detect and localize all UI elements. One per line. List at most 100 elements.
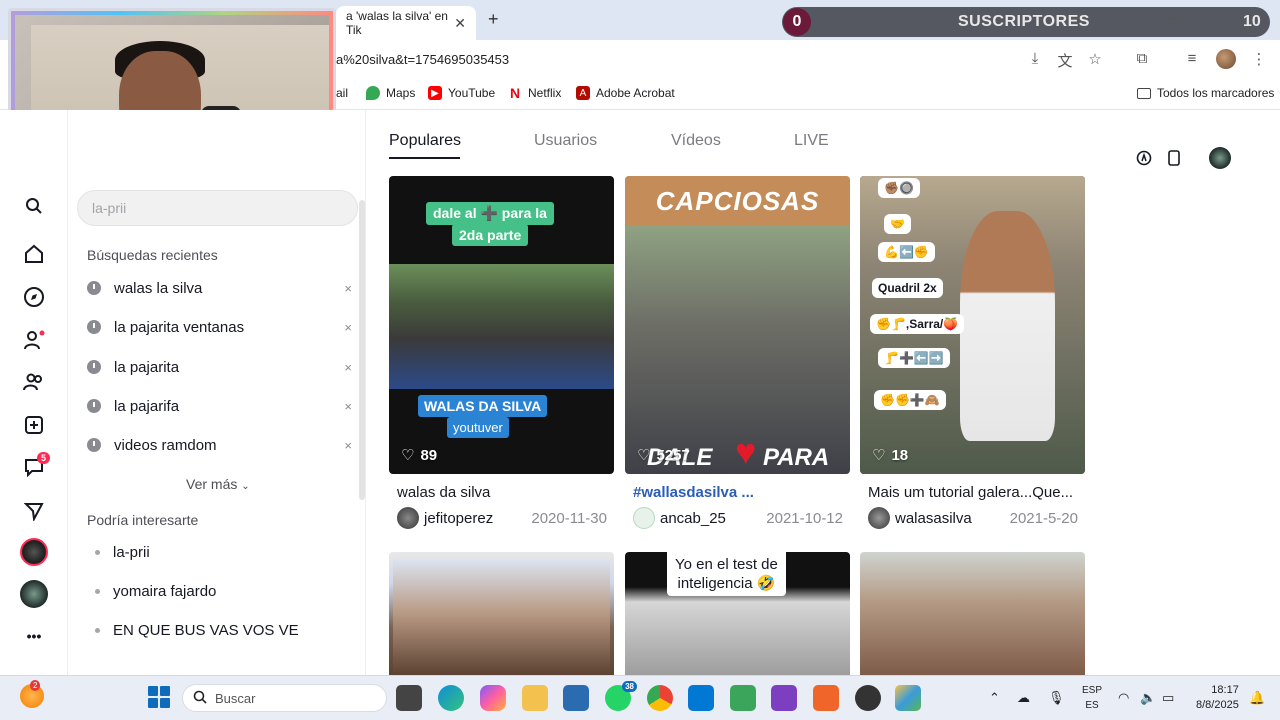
extensions-icon[interactable]: ⧉ bbox=[1133, 50, 1151, 68]
copilot-icon[interactable] bbox=[480, 685, 506, 711]
caption-line: WALAS DA SILVA bbox=[418, 395, 548, 417]
minimize-icon[interactable]: — bbox=[1168, 10, 1181, 25]
suggestion-item[interactable]: EN QUE BUS VAS VOS VE bbox=[95, 622, 299, 639]
tab-videos[interactable]: Vídeos bbox=[671, 132, 721, 150]
store-icon[interactable] bbox=[563, 685, 589, 711]
video-description[interactable]: walas da silva bbox=[397, 484, 607, 501]
suggestion-item[interactable]: la-prii bbox=[95, 544, 150, 561]
tray-chevron-icon[interactable]: ⌃ bbox=[989, 690, 1000, 706]
wifi-icon[interactable]: ◠ bbox=[1118, 690, 1129, 706]
tab-live[interactable]: LIVE bbox=[794, 132, 829, 150]
bookmark-gmail[interactable]: ail bbox=[336, 86, 348, 100]
bookmark-youtube[interactable]: ▶ YouTube bbox=[428, 86, 495, 100]
translate-icon[interactable]: 文 bbox=[1056, 50, 1074, 70]
notifications-icon[interactable]: 🔔 bbox=[1249, 690, 1265, 706]
send-icon[interactable] bbox=[22, 499, 46, 523]
friends-icon[interactable] bbox=[22, 370, 46, 394]
new-tab-button[interactable]: + bbox=[488, 9, 499, 30]
taskbar-clock[interactable]: 18:17 8/8/2025 bbox=[1196, 683, 1239, 713]
search-input[interactable] bbox=[77, 190, 358, 226]
profile-avatar[interactable] bbox=[1216, 49, 1236, 69]
following-icon[interactable] bbox=[22, 328, 46, 352]
remove-icon[interactable]: × bbox=[344, 281, 352, 296]
subscriber-count: 0 bbox=[783, 8, 811, 36]
bookmark-maps[interactable]: Maps bbox=[366, 86, 415, 100]
bookmark-netflix[interactable]: N Netflix bbox=[508, 85, 561, 101]
video-description[interactable]: #wallasdasilva ... bbox=[633, 484, 843, 501]
more-icon[interactable]: ••• bbox=[22, 624, 46, 648]
app-icon[interactable] bbox=[730, 685, 756, 711]
tab-populares[interactable]: Populares bbox=[389, 132, 461, 150]
remove-icon[interactable]: × bbox=[344, 320, 352, 335]
emoji-sticker: ✊🏽🔘 bbox=[878, 178, 920, 198]
coins-icon[interactable] bbox=[1134, 148, 1154, 168]
video-description[interactable]: Mais um tutorial galera...Que... bbox=[868, 484, 1078, 501]
whatsapp-icon[interactable]: 38 bbox=[605, 681, 637, 711]
recent-search-item[interactable]: la pajarita × bbox=[87, 352, 352, 382]
remove-icon[interactable]: × bbox=[344, 438, 352, 453]
user-avatar-top[interactable] bbox=[1209, 147, 1231, 169]
taskbar-search[interactable]: Buscar bbox=[182, 684, 387, 712]
weather-widget-icon[interactable]: 2 bbox=[20, 680, 44, 708]
app-icon[interactable] bbox=[895, 685, 921, 711]
video-card[interactable]: Yo en el test de inteligencia 🤣 bbox=[625, 552, 850, 677]
video-author-row[interactable]: walasasilva 2021-5-20 bbox=[868, 507, 1078, 529]
menu-kebab-icon[interactable]: ⋮ bbox=[1250, 50, 1268, 68]
task-view-icon[interactable] bbox=[396, 685, 422, 711]
install-app-icon[interactable]: ⤓ bbox=[1026, 50, 1044, 68]
edge-icon[interactable] bbox=[438, 685, 464, 711]
file-explorer-icon[interactable] bbox=[522, 685, 548, 711]
youtube-icon: ▶ bbox=[428, 86, 442, 100]
explore-compass-icon[interactable] bbox=[22, 285, 46, 309]
app-icon[interactable] bbox=[813, 685, 839, 711]
bookmark-acrobat[interactable]: A Adobe Acrobat bbox=[576, 86, 675, 100]
vscode-icon[interactable] bbox=[688, 685, 714, 711]
emoji-sticker: 💪⬅️✊ bbox=[878, 242, 935, 262]
recent-search-item[interactable]: walas la silva × bbox=[87, 273, 352, 303]
video-card[interactable] bbox=[389, 552, 614, 677]
see-more-button[interactable]: Ver más ⌄ bbox=[186, 476, 250, 492]
bookmarks-folder[interactable]: Todos los marcadores bbox=[1137, 86, 1274, 100]
close-tab-icon[interactable]: ✕ bbox=[454, 15, 466, 32]
caption-line: youtuver bbox=[447, 417, 509, 438]
remove-icon[interactable]: × bbox=[344, 360, 352, 375]
tab-usuarios[interactable]: Usuarios bbox=[534, 132, 597, 150]
author-name: jefitoperez bbox=[424, 509, 494, 527]
home-icon[interactable] bbox=[22, 242, 46, 266]
onedrive-icon[interactable]: ☁ bbox=[1017, 690, 1030, 706]
obs-icon[interactable] bbox=[855, 685, 881, 711]
bookmark-star-icon[interactable]: ☆ bbox=[1086, 50, 1104, 68]
url-field[interactable]: a%20silva&t=1754695035453 bbox=[336, 52, 509, 67]
like-count: ♡ 89 bbox=[401, 446, 438, 465]
remove-icon[interactable]: × bbox=[344, 399, 352, 414]
video-author-row[interactable]: ancab_25 2021-10-12 bbox=[633, 507, 843, 529]
video-author-row[interactable]: jefitoperez 2020-11-30 bbox=[397, 507, 607, 529]
heart-outline-icon: ♡ bbox=[401, 447, 415, 464]
language-indicator[interactable]: ESP ES bbox=[1082, 683, 1102, 713]
recent-search-item[interactable]: la pajarita ventanas × bbox=[87, 312, 352, 342]
video-card[interactable]: CAPCIOSAS ♥ DALE PARA ♡ 5257 bbox=[625, 176, 850, 474]
suggestion-item[interactable]: yomaira fajardo bbox=[95, 583, 216, 600]
video-card[interactable] bbox=[860, 552, 1085, 677]
account-avatar-nav[interactable] bbox=[20, 580, 48, 608]
start-button[interactable] bbox=[148, 686, 170, 708]
microphone-icon[interactable]: 🎙 bbox=[1048, 690, 1065, 706]
device-icon[interactable] bbox=[1164, 148, 1184, 168]
video-card[interactable]: dale al ➕ para la 2da parte WALAS DA SIL… bbox=[389, 176, 614, 474]
emoji-sticker: 🦵➕⬅️➡️ bbox=[878, 348, 950, 368]
recent-search-item[interactable]: videos ramdom × bbox=[87, 430, 352, 460]
upload-icon[interactable] bbox=[22, 413, 46, 437]
search-icon[interactable] bbox=[22, 194, 46, 218]
author-avatar bbox=[868, 507, 890, 529]
chrome-icon[interactable] bbox=[647, 685, 673, 711]
video-card[interactable]: ✊🏽🔘 🤝 💪⬅️✊ Quadril 2x ✊🦵,Sarra/🍑 🦵➕⬅️➡️ … bbox=[860, 176, 1085, 474]
chevron-down-icon: ⌄ bbox=[241, 481, 250, 492]
browser-tab-tiktok[interactable]: a 'walas la silva' en Tik ✕ bbox=[336, 6, 476, 40]
battery-icon[interactable]: ▭ bbox=[1162, 690, 1174, 706]
visual-studio-icon[interactable] bbox=[771, 685, 797, 711]
panel-scrollbar[interactable] bbox=[359, 200, 365, 500]
volume-icon[interactable]: 🔈 bbox=[1140, 690, 1156, 706]
profile-avatar-nav[interactable] bbox=[20, 538, 48, 566]
media-control-icon[interactable]: ≡ bbox=[1183, 50, 1201, 68]
recent-search-item[interactable]: la pajarifa × bbox=[87, 391, 352, 421]
